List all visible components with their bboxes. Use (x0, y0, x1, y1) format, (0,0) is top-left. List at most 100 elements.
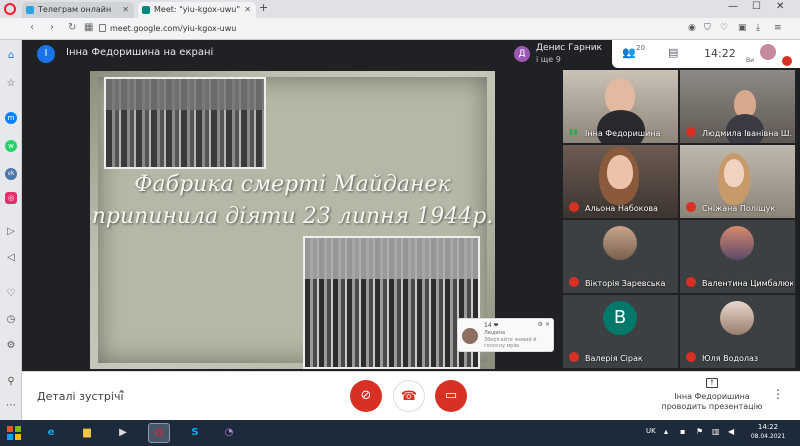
mic-toggle-button[interactable]: ⊘ (350, 380, 382, 412)
media-player-icon[interactable]: ▶ (112, 423, 134, 443)
participant-tile[interactable]: Вікторія Заревська (563, 220, 678, 293)
reload-icon[interactable]: ↻ (68, 22, 76, 33)
participant-avatar (603, 226, 637, 260)
presenting-status[interactable]: Інна Федоришина проводить презентацію (654, 392, 770, 412)
more-dots-icon[interactable]: ⋯ (5, 400, 17, 412)
self-label: Ви (746, 57, 755, 64)
shared-slide: Фабрика смерті Майданек припинила діяти … (90, 71, 495, 369)
download-icon[interactable]: ⤓ (756, 23, 760, 33)
history-icon[interactable]: ◷ (5, 314, 17, 326)
instagram-icon[interactable]: ◎ (5, 192, 17, 204)
participant-face (724, 159, 744, 187)
maximize-icon[interactable]: ☐ (752, 1, 761, 12)
opera-logo-icon[interactable] (4, 3, 16, 15)
messenger-icon[interactable]: m (5, 112, 17, 124)
notification-close-icon[interactable]: ⚙ ✕ (538, 321, 550, 328)
participant-name: Юля Водолаз (702, 354, 759, 363)
volume-icon[interactable]: ◀ (728, 427, 734, 436)
player-icon[interactable]: ▷ (5, 226, 17, 238)
skype-icon[interactable]: S (184, 423, 206, 443)
notification-count: 14 ❤ (484, 322, 499, 329)
participant-tile[interactable]: ▮▮ Інна Федоришина (563, 70, 678, 143)
lock-icon[interactable] (99, 24, 106, 32)
mic-off-icon (686, 202, 696, 212)
viber-icon[interactable]: ◔ (218, 423, 240, 443)
mic-off-icon: ⊘ (360, 388, 372, 403)
meet-icon (142, 6, 150, 14)
flag-icon[interactable]: ⚑ (696, 427, 703, 436)
tab-label: Телеграм онлайн (38, 5, 112, 14)
tray-app-icon[interactable]: ▪ (680, 427, 685, 436)
ie-icon[interactable]: e (40, 423, 62, 443)
participant-tile[interactable]: Альона Набокова (563, 145, 678, 218)
participant-name: Валентина Цимбалюк (702, 279, 793, 288)
minimize-icon[interactable]: — (728, 1, 738, 12)
self-mic-off-icon (782, 56, 792, 66)
participant-avatar (720, 226, 754, 260)
hang-up-button[interactable]: ☎ (393, 380, 425, 412)
url-field[interactable]: meet.google.com/yiu-kgox-uwu (110, 22, 236, 36)
forward-icon[interactable]: › (50, 22, 54, 33)
meet-header: І Інна Федоришина на екрані Д Денис Гарн… (22, 40, 800, 68)
participant-tile[interactable]: Юля Водолаз (680, 295, 795, 368)
tray-expand-icon[interactable]: ▴ (664, 427, 668, 436)
tab-close-icon[interactable]: ✕ (122, 2, 129, 18)
tab-meet[interactable]: Meet: "yiu-kgox-uwu" ✕ (138, 2, 256, 18)
tab-close-icon[interactable]: ✕ (244, 2, 251, 18)
windows-start-icon[interactable] (6, 425, 22, 441)
keyboard-language[interactable]: UK (646, 427, 656, 435)
people-count: 20 (636, 44, 645, 52)
favorites-icon[interactable]: ♡ (5, 288, 17, 300)
notification-name: Людина (484, 330, 506, 336)
explorer-folder-icon[interactable]: ▆ (76, 423, 98, 443)
snapshot-icon[interactable]: ▣ (738, 23, 747, 33)
chevron-up-icon[interactable]: ⌃ (117, 388, 126, 401)
mic-off-icon (569, 277, 579, 287)
star-icon[interactable]: ☆ (5, 78, 17, 90)
people-icon[interactable]: 👥 (622, 46, 636, 59)
chat-icon[interactable]: ▤ (668, 46, 678, 59)
meet-controls-bar: Деталі зустрічі ⌃ ⊘ ☎ ▭ ↑ Інна Федоришин… (22, 371, 800, 420)
more-options-icon[interactable]: ⋮ (772, 387, 784, 401)
opera-taskbar-icon[interactable]: O (148, 423, 170, 443)
participant-name: Валерія Сірак (585, 354, 643, 363)
participant-tile[interactable]: Валентина Цимбалюк (680, 220, 795, 293)
phone-hangup-icon: ☎ (400, 389, 418, 404)
taskbar-time[interactable]: 14:22 (748, 423, 788, 431)
network-icon[interactable]: ▥ (712, 427, 720, 436)
new-tab-icon[interactable]: + (259, 1, 268, 14)
settings-icon[interactable]: ⚙ (5, 340, 17, 352)
news-icon[interactable]: ◁ (5, 252, 17, 264)
home-icon[interactable]: ⌂ (5, 50, 17, 62)
participant-tile[interactable]: Людмила Іванівна Ш... (680, 70, 795, 143)
menu-icon[interactable]: ≡ (774, 23, 782, 33)
taskbar-date[interactable]: 08.04.2021 (748, 433, 788, 440)
participant-face (605, 78, 635, 114)
meeting-details-button[interactable]: Деталі зустрічі (37, 390, 124, 403)
camera-toggle-button[interactable]: ▭ (435, 380, 467, 412)
mic-off-icon (686, 277, 696, 287)
participant-grid: ▮▮ Інна Федоришина Людмила Іванівна Ш...… (562, 68, 798, 371)
location-icon[interactable]: ⚲ (5, 376, 17, 388)
close-window-icon[interactable]: ✕ (776, 1, 784, 12)
participant-tile[interactable]: Сніжана Поліщук (680, 145, 795, 218)
camera-icon[interactable]: ◉ (688, 23, 696, 33)
browser-sidebar: ⌂ ☆ m w vk ◎ ▷ ◁ ♡ ◷ ⚙ ⚲ ⋯ (0, 40, 22, 420)
tab-telegram[interactable]: Телеграм онлайн ✕ (22, 2, 134, 18)
whatsapp-icon[interactable]: w (5, 140, 17, 152)
mic-off-icon (569, 352, 579, 362)
presenter-label: Інна Федоришина на екрані (66, 47, 214, 58)
present-screen-icon[interactable]: ↑ (706, 378, 718, 388)
tabs-grid-icon[interactable]: ▦ (84, 22, 93, 33)
notification-popup[interactable]: 14 ❤ Людина Зберігайте живий й голосну м… (457, 318, 554, 352)
participant-avatar (720, 301, 754, 335)
back-icon[interactable]: ‹ (30, 22, 34, 33)
heart-icon[interactable]: ♡ (720, 23, 728, 33)
shield-icon[interactable]: ⛉ (704, 23, 711, 33)
participant-tile[interactable]: В Валерія Сірак (563, 295, 678, 368)
slide-title-line2: припинила діяти 23 липня 1944р. (91, 204, 494, 229)
mic-off-icon (686, 127, 696, 137)
mic-off-icon (686, 352, 696, 362)
vk-icon[interactable]: vk (5, 168, 17, 180)
slide-photo-top (104, 77, 266, 169)
